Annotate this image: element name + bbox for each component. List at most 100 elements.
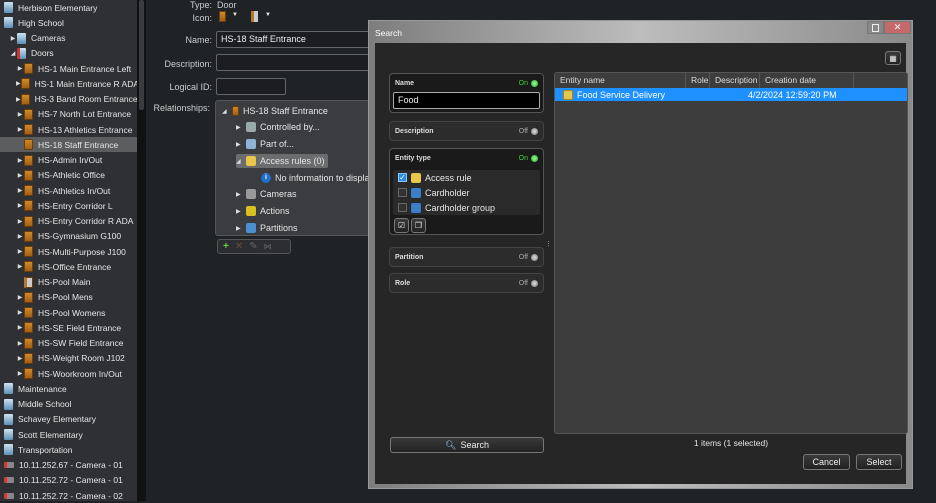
tree-item[interactable]: HS-18 Staff Entrance — [0, 137, 137, 153]
name-field[interactable]: HS-18 Staff Entrance — [216, 31, 376, 48]
description-filter[interactable]: Description Off — [389, 121, 544, 141]
tree-item[interactable]: ▶ HS-Gymnasium G100 — [0, 229, 137, 244]
column-header-creation-date[interactable]: Creation date — [760, 73, 854, 88]
relationship-item[interactable]: ▶ Partitions — [236, 221, 298, 235]
relationship-item[interactable]: ▶ Actions — [236, 204, 290, 218]
name-filter-input[interactable]: Food — [393, 92, 540, 109]
tree-item[interactable]: ▶ HS-Office Entrance — [0, 259, 137, 274]
expanded-arrow-icon[interactable]: ◢ — [9, 50, 17, 57]
tree-item[interactable]: ▶ HS-1 Main Entrance Left — [0, 61, 137, 76]
collapsed-arrow-icon[interactable]: ▶ — [16, 65, 24, 72]
collapsed-arrow-icon[interactable]: ▶ — [16, 126, 24, 133]
collapsed-arrow-icon[interactable]: ▶ — [16, 96, 21, 103]
collapsed-arrow-icon[interactable]: ▶ — [16, 324, 24, 331]
description-field[interactable] — [216, 54, 376, 71]
close-button[interactable]: ✕ — [884, 21, 911, 34]
collapsed-arrow-icon[interactable]: ▶ — [16, 187, 24, 194]
search-button[interactable]: 🔍︎ Search — [390, 437, 544, 453]
select-button[interactable]: Select — [856, 454, 902, 470]
tree-item[interactable]: ▶ HS-SE Field Entrance — [0, 320, 137, 335]
cancel-button[interactable]: Cancel — [803, 454, 850, 470]
entity-type-option[interactable]: Cardholder group — [393, 200, 540, 215]
entity-type-option[interactable]: Cardholder — [393, 185, 540, 200]
tree-item[interactable]: ▶ HS-Admin In/Out — [0, 153, 137, 168]
column-header-entity-name[interactable]: Entity name — [555, 73, 686, 88]
checkbox[interactable] — [398, 203, 407, 212]
tree-item[interactable]: Maintenance — [0, 381, 137, 396]
layout-toggle-button[interactable]: ▦ — [885, 51, 901, 65]
tree-scrollbar-thumb[interactable] — [139, 0, 144, 110]
delete-icon[interactable]: ✕ — [235, 241, 243, 252]
collapsed-arrow-icon[interactable]: ▶ — [16, 111, 24, 118]
select-all-button[interactable]: ☑ — [394, 218, 409, 233]
relationship-item[interactable]: ▶ Part of... — [236, 137, 294, 151]
tree-item[interactable]: Scott Elementary — [0, 427, 137, 442]
tree-item[interactable]: 10.11.252.72 - Camera - 01 — [0, 473, 137, 488]
tree-item[interactable]: 10.11.252.67 - Camera - 01 — [0, 458, 137, 473]
tree-item[interactable]: ▶ HS-Entry Corridor L — [0, 198, 137, 213]
tree-item[interactable]: ▶ HS-Pool Mens — [0, 290, 137, 305]
icon-dropdown-chevron-icon[interactable]: ▼ — [265, 12, 271, 18]
tree-item[interactable]: ◢ Doors — [0, 46, 137, 61]
tree-item[interactable]: ▶ HS-Entry Corridor R ADA — [0, 214, 137, 229]
collapsed-arrow-icon[interactable]: ▶ — [16, 263, 24, 270]
tree-item[interactable]: ▶ HS-Athletic Office — [0, 168, 137, 183]
tree-item[interactable]: Middle School — [0, 397, 137, 412]
collapsed-arrow-icon[interactable]: ▶ — [16, 157, 24, 164]
entity-type-option[interactable]: ✓ Access rule — [393, 170, 540, 185]
collapsed-arrow-icon[interactable]: ▶ — [236, 208, 246, 215]
collapsed-arrow-icon[interactable]: ▶ — [16, 172, 24, 179]
name-filter-toggle[interactable]: On — [519, 79, 538, 87]
collapsed-arrow-icon[interactable]: ▶ — [16, 248, 24, 255]
tree-item[interactable]: ▶ HS-Athletics In/Out — [0, 183, 137, 198]
tree-item[interactable]: Schavey Elementary — [0, 412, 137, 427]
tree-item[interactable]: ▶ HS-7 North Lot Entrance — [0, 107, 137, 122]
splitter-handle[interactable]: ⋮ — [545, 241, 552, 248]
tree-item[interactable]: Transportation — [0, 442, 137, 457]
checkbox[interactable] — [398, 188, 407, 197]
tree-item[interactable]: Herbison Elementary — [0, 0, 137, 15]
partition-filter[interactable]: Partition Off — [389, 247, 544, 267]
add-icon[interactable]: + — [223, 241, 229, 252]
relationship-item[interactable]: ◢ Access rules (0) — [236, 154, 328, 168]
relationship-item[interactable]: ▶ Cameras — [236, 187, 297, 201]
unlink-icon[interactable]: ⋈ — [264, 242, 272, 251]
collapsed-arrow-icon[interactable]: ▶ — [9, 35, 17, 42]
collapsed-arrow-icon[interactable]: ▶ — [16, 370, 24, 377]
expanded-arrow-icon[interactable]: ◢ — [236, 158, 246, 165]
collapsed-arrow-icon[interactable]: ▶ — [236, 191, 246, 198]
collapsed-arrow-icon[interactable]: ▶ — [16, 202, 24, 209]
tree-item[interactable]: ▶ HS-Weight Room J102 — [0, 351, 137, 366]
tree-item[interactable]: ▶ HS-Multi-Purpose J100 — [0, 244, 137, 259]
column-header-description[interactable]: Description — [710, 73, 760, 88]
tree-item[interactable]: ▶ HS-1 Main Entrance R ADA — [0, 76, 139, 91]
tree-item[interactable]: ▶ HS-Woorkroom In/Out — [0, 366, 137, 381]
tree-item[interactable]: High School — [0, 15, 137, 30]
checkbox[interactable]: ✓ — [398, 173, 407, 182]
role-filter[interactable]: Role Off — [389, 273, 544, 293]
select-none-button[interactable]: ❐ — [411, 218, 426, 233]
maximize-button[interactable] — [867, 21, 884, 34]
collapsed-arrow-icon[interactable]: ▶ — [16, 294, 24, 301]
tree-item[interactable]: HS-Pool Main — [0, 275, 137, 290]
collapsed-arrow-icon[interactable]: ▶ — [16, 233, 24, 240]
tree-item[interactable]: ▶ Cameras — [0, 31, 137, 46]
collapsed-arrow-icon[interactable]: ▶ — [16, 218, 24, 225]
tree-item[interactable]: ▶ HS-Pool Womens — [0, 305, 137, 320]
tree-item[interactable]: ▶ HS-13 Athletics Entrance — [0, 122, 137, 137]
tree-item[interactable]: ▶ HS-SW Field Entrance — [0, 336, 137, 351]
relationship-root[interactable]: ◢ HS-18 Staff Entrance — [222, 104, 328, 118]
logical-id-field[interactable] — [216, 78, 286, 95]
collapsed-arrow-icon[interactable]: ▶ — [236, 225, 246, 232]
collapsed-arrow-icon[interactable]: ▶ — [236, 141, 246, 148]
edit-icon[interactable]: ✎ — [249, 241, 257, 252]
column-header-role[interactable]: Role — [686, 73, 710, 88]
expanded-arrow-icon[interactable]: ◢ — [222, 108, 232, 115]
collapsed-arrow-icon[interactable]: ▶ — [16, 355, 24, 362]
icon-dropdown-chevron-icon[interactable]: ▼ — [232, 12, 238, 18]
table-row[interactable]: Food Service Delivery 4/2/2024 12:59:20 … — [555, 88, 907, 101]
collapsed-arrow-icon[interactable]: ▶ — [16, 80, 21, 87]
relationship-item[interactable]: ▶ Controlled by... — [236, 120, 320, 134]
collapsed-arrow-icon[interactable]: ▶ — [16, 309, 24, 316]
collapsed-arrow-icon[interactable]: ▶ — [16, 340, 24, 347]
